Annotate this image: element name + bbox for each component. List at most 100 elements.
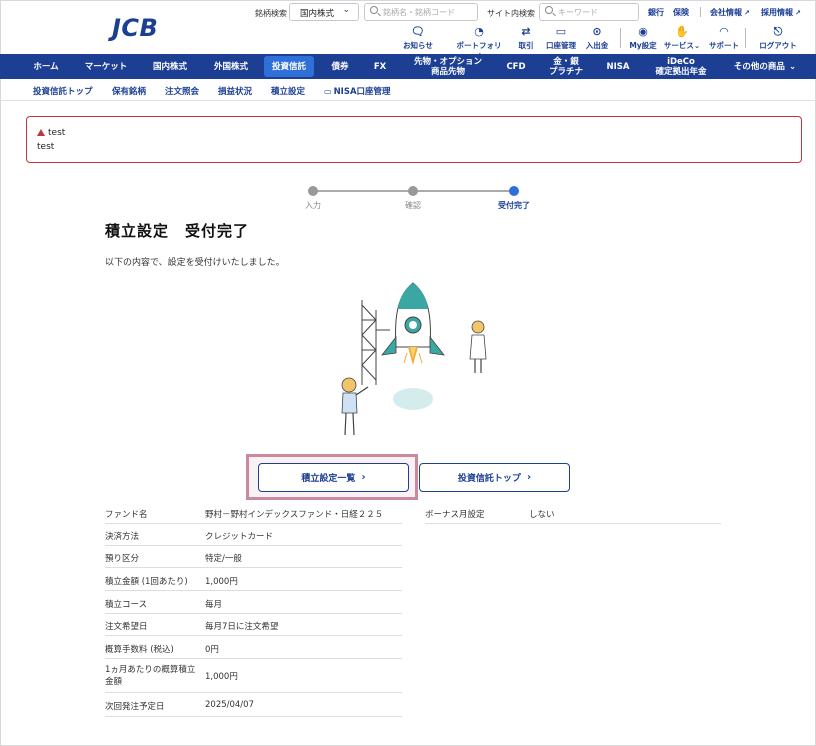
deposit-button[interactable]: ⊙ 入出金 [571,25,623,51]
alert-title-text: test [48,128,66,138]
person-right [469,320,487,373]
detail-key: 積立金額 (1回あたり) [105,577,188,587]
alert-title: test [37,128,65,138]
detail-row-amount: 積立金額 (1回あたり) 1,000円 [105,568,402,591]
company-info-link[interactable]: 会社情報 ↗ [710,7,750,18]
main-nav: ホーム マーケット 国内株式 外国株式 投資信託 債券 FX 先物・オプション … [0,54,816,79]
bank-link[interactable]: 銀行 [648,7,664,18]
detail-key: 決済方法 [105,532,140,542]
recruit-link[interactable]: 採用情報 ↗ [761,7,801,18]
detail-value: 野村－野村インデックスファンド・日経２２５ [205,510,384,520]
search-icon [370,6,378,14]
detail-value: 毎月 [205,600,223,610]
subnav-trust-top[interactable]: 投資信託トップ [33,85,93,97]
logout-label: ログアウト [759,41,797,50]
nav-domestic-stock[interactable]: 国内株式 [143,54,197,79]
subnav-order-inquiry[interactable]: 注文照会 [165,85,199,97]
subnav-profit-loss[interactable]: 損益状況 [218,85,252,97]
nav-cfd[interactable]: CFD [498,54,534,79]
nav-investment-trust[interactable]: 投資信託 [264,56,314,77]
detail-key: 次回発注予定日 [105,702,165,712]
nav-futures-options[interactable]: 先物・オプション 商品先物 [404,54,492,79]
insurance-link[interactable]: 保険 [673,7,689,18]
market-select[interactable]: 国内株式 ⌄ [289,3,359,21]
my-settings-label: My設定 [629,41,657,50]
rocket-illustration [341,282,487,436]
detail-value: 特定/一般 [205,554,242,564]
detail-row-custody: 預り区分 特定/一般 [105,546,402,568]
divider [745,28,746,48]
market-select-value: 国内株式 [300,9,335,19]
trust-top-label: 投資信託トップ [457,474,521,484]
jcb-logo[interactable]: JCB [112,14,158,42]
detail-value: 0円 [205,645,219,655]
nav-other-products[interactable]: その他の商品 ⌄ [722,54,808,79]
detail-row-monthly-amount: 1ヵ月あたりの概算積立 金額 1,000円 [105,659,402,693]
stock-search-input[interactable]: 銘柄名・銘柄コード [364,3,478,21]
nav-other-label: その他の商品 [733,61,785,72]
stock-search-label: 銘柄検索 [255,9,287,18]
chevron-down-icon: ⌄ [342,5,350,15]
detail-value: 毎月7日に注文希望 [205,622,279,632]
alert-message: test [37,142,55,152]
detail-key: ファンド名 [105,510,148,520]
smoke-shadow [393,388,433,410]
logout-button[interactable]: ⎋ ログアウト [752,25,804,51]
step-dot-complete [509,186,519,196]
nav-ideco[interactable]: iDeCo 確定拠出年金 [644,54,718,79]
detail-row-fund: ファンド名 野村－野村インデックスファンド・日経２２５ [105,502,402,524]
detail-value: しない [529,510,555,520]
detail-key: 注文希望日 [105,622,148,632]
nav-fx[interactable]: FX [364,54,396,79]
nav-nisa[interactable]: NISA [598,54,638,79]
nav-bond[interactable]: 債券 [322,54,358,79]
detail-value: 2025/04/07 [205,700,254,710]
detail-row-payment: 決済方法 クレジットカード [105,524,402,546]
chevron-down-icon: ⌄ [788,61,797,72]
nav-home[interactable]: ホーム [20,54,72,79]
detail-value: 1,000円 [205,672,238,682]
subnav-accumulation-settings[interactable]: 積立設定 [271,85,305,97]
alert-box: test test [26,116,802,163]
detail-key: ボーナス月設定 [425,510,485,520]
detail-key: 積立コース [105,600,148,610]
nav-market[interactable]: マーケット [78,54,134,79]
pie-icon: ◔ [474,25,484,38]
notice-button[interactable]: 🗨 お知らせ [392,25,444,51]
search-icon [545,6,553,14]
detail-row-order-date: 注文希望日 毎月7日に注文希望 [105,614,402,636]
nav-foreign-stock[interactable]: 外国株式 [204,54,258,79]
support-button[interactable]: ◠ サポート [698,25,750,51]
detail-key: 1ヵ月あたりの概算積立 金額 [105,665,196,687]
site-search-label: サイト内検索 [487,9,535,18]
headset-icon: ◠ [719,25,729,38]
accumulation-list-button[interactable]: 積立設定一覧 › [258,463,409,492]
subnav-nisa-management[interactable]: ▭ NISA口座管理 [324,85,391,97]
trade-label: 取引 [518,41,534,50]
detail-row-course: 積立コース 毎月 [105,591,402,614]
card-icon: ▭ [324,87,332,96]
step-label-confirm: 確認 [405,201,421,210]
external-link-icon: ↗ [744,9,750,17]
message-icon: 🗨 [411,25,425,38]
detail-row-next-order: 次回発注予定日 2025/04/07 [105,693,402,717]
company-info-label: 会社情報 [710,8,742,17]
subnav-nisa-label: NISA口座管理 [333,87,391,97]
nav-gold-silver[interactable]: 金・銀 プラチナ [540,54,592,79]
support-label: サポート [709,41,739,50]
detail-value: クレジットカード [205,532,274,542]
detail-key: 概算手数料 (税込) [105,645,174,655]
detail-row-bonus: ボーナス月設定 しない [425,502,721,524]
subnav-holdings[interactable]: 保有銘柄 [112,85,146,97]
warning-icon [37,129,45,136]
chevron-right-icon: › [361,472,366,483]
page-title: 積立設定 受付完了 [105,222,250,240]
external-link-icon: ↗ [795,9,801,17]
trust-top-button[interactable]: 投資信託トップ › [419,463,570,492]
site-search-input[interactable]: キーワード [539,3,639,21]
chevron-right-icon: › [526,472,532,483]
scaffold-tower [361,300,390,385]
yen-icon: ⊙ [592,25,602,38]
page-description: 以下の内容で、設定を受付けいたしました。 [105,258,285,268]
step-label-complete: 受付完了 [498,201,530,210]
